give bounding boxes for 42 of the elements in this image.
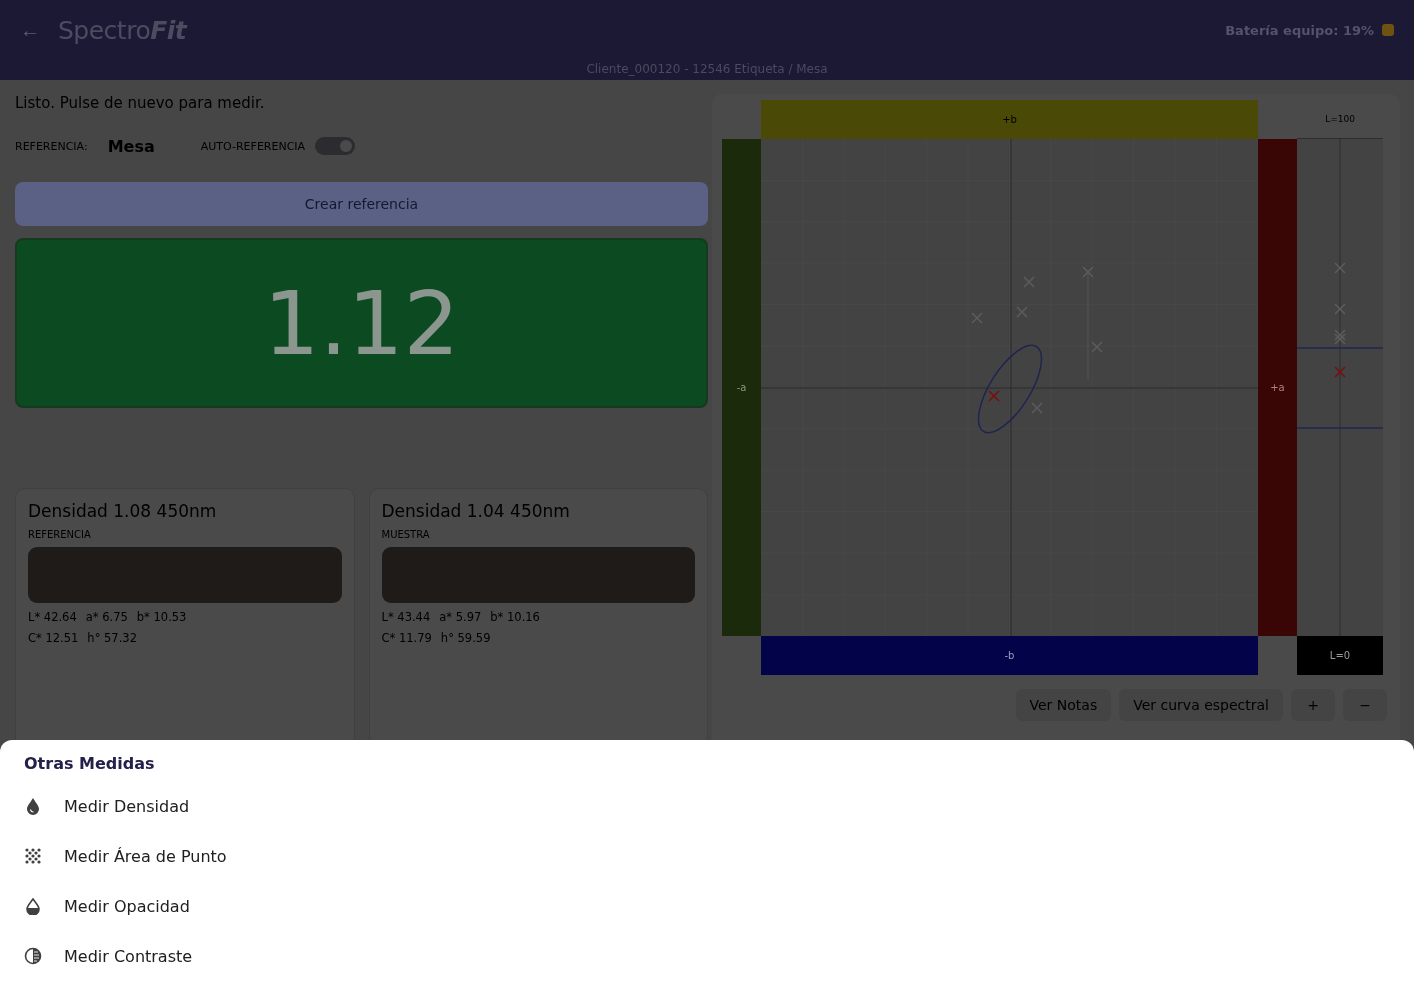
color-value: h° 59.59 xyxy=(440,631,491,645)
lightness-bottom-label: L=0 xyxy=(1297,636,1383,675)
battery-status: Batería equipo: 19% xyxy=(1225,22,1374,38)
menu-item[interactable]: Medir Opacidad xyxy=(24,881,1390,931)
card-label: MUESTRA xyxy=(381,529,431,540)
color-value: a* 5.97 xyxy=(439,610,482,624)
contrast-icon xyxy=(24,947,42,965)
half-drop-icon xyxy=(24,897,42,915)
create-reference-button[interactable]: Crear referencia xyxy=(15,182,708,226)
negative-a-band: -a xyxy=(722,139,761,636)
reference-label: REFERENCIA: xyxy=(15,139,88,153)
color-value: b* 10.16 xyxy=(490,610,540,624)
status-message: Listo. Pulse de nuevo para medir. xyxy=(15,94,266,112)
color-value: L* 43.44 xyxy=(381,610,431,624)
result-value: 1.12 xyxy=(263,271,460,375)
menu-item[interactable]: Medir Densidad xyxy=(24,781,1390,831)
dots-icon xyxy=(24,847,42,865)
battery-icon xyxy=(1382,24,1394,36)
color-value: C* 11.79 xyxy=(381,631,432,645)
negative-b-band: -b xyxy=(761,636,1258,675)
card-title: Densidad 1.08 450nm xyxy=(28,501,218,521)
chart-button[interactable]: Ver curva espectral xyxy=(1119,689,1283,721)
color-value: b* 10.53 xyxy=(136,610,187,624)
back-button[interactable]: ← xyxy=(20,18,40,42)
positive-a-band: +a xyxy=(1258,139,1297,636)
color-value: a* 6.75 xyxy=(85,610,128,624)
auto-reference-toggle[interactable] xyxy=(315,137,356,155)
chart-button[interactable]: − xyxy=(1343,689,1387,721)
menu-item[interactable]: Medir Área de Punto xyxy=(24,831,1390,881)
card-label: REFERENCIA xyxy=(28,529,92,540)
color-value: L* 42.64 xyxy=(28,610,77,624)
positive-b-band: +b xyxy=(761,100,1258,139)
reference-value: Mesa xyxy=(107,136,155,156)
card-title: Densidad 1.04 450nm xyxy=(381,501,571,521)
sheet-title: Otras Medidas xyxy=(24,754,156,773)
auto-reference-label: AUTO-REFERENCIA xyxy=(200,139,306,153)
chart-button[interactable]: Ver Notas xyxy=(1015,689,1112,721)
color-value: C* 12.51 xyxy=(28,631,79,645)
menu-item[interactable]: Medir Contraste xyxy=(24,931,1390,981)
color-value: h° 57.32 xyxy=(87,631,137,645)
drop-icon xyxy=(24,797,42,815)
chart-button[interactable]: + xyxy=(1291,689,1335,721)
